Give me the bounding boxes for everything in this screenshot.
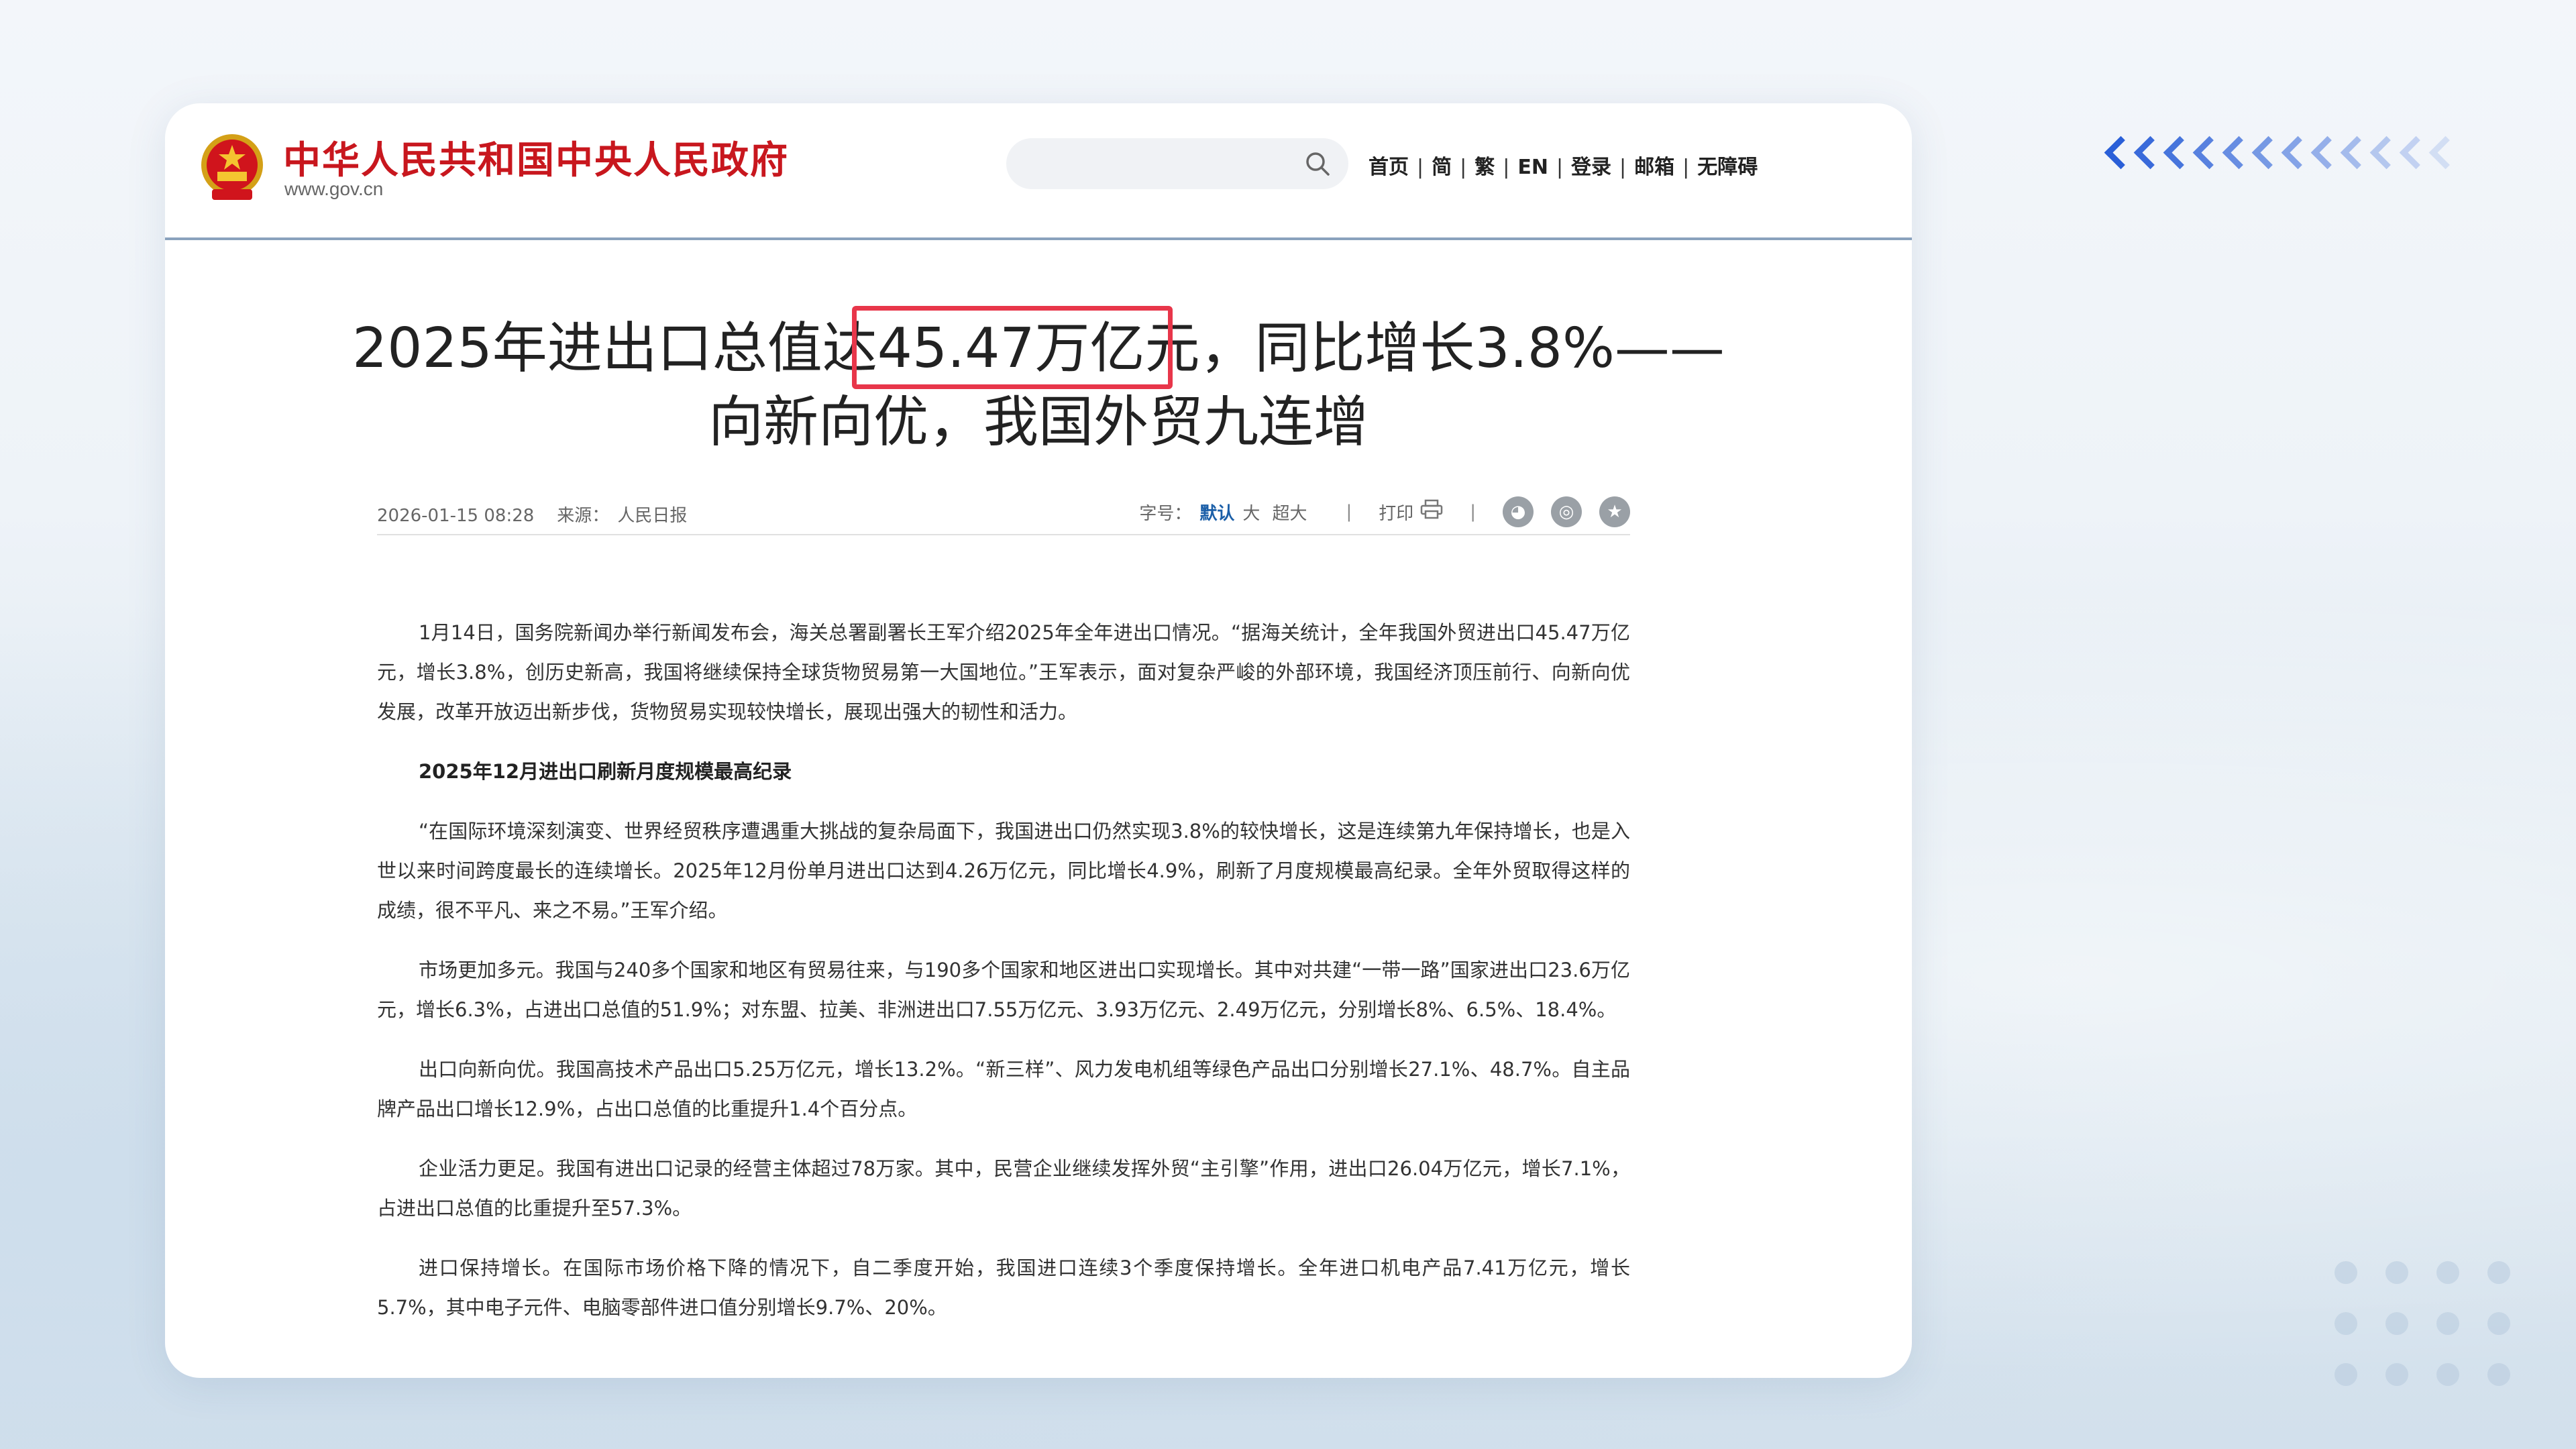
nav-simplified[interactable]: 简 [1432, 156, 1452, 179]
top-nav: 首页 | 简 | 繁 | EN | 登录 | 邮箱 | 无障碍 [1368, 150, 1758, 180]
webpage-card: 中华人民共和国中央人民政府 www.gov.cn 首页 | 简 | 繁 | EN | 登录 | 邮箱… [165, 103, 1912, 1378]
dot [2334, 1261, 2357, 1284]
dot [2436, 1312, 2459, 1335]
dot [2334, 1312, 2357, 1335]
title-pre: 2025年进出口总值达 [352, 317, 877, 380]
chevron-left-icon [2365, 131, 2395, 174]
dot [2385, 1312, 2408, 1335]
meta-separator: | [1346, 502, 1352, 522]
nav-separator: | [1556, 156, 1564, 179]
article-meta: 2026-01-15 08:28 来源： 人民日报 字号： 默认 大 超大 | 打印… [377, 494, 1630, 535]
decorative-chevrons [2100, 131, 2475, 174]
article-title-line2: 向新向优，我国外贸九连增 [708, 390, 1368, 454]
chevron-left-icon [2247, 131, 2277, 174]
chevron-left-icon [2306, 131, 2336, 174]
article-paragraph: “在国际环境深刻演变、世界经贸秩序遭遇重大挑战的复杂局面下，我国进出口仍然实现3… [377, 820, 1630, 922]
chevron-left-icon [2277, 131, 2306, 174]
nav-separator: | [1619, 156, 1627, 179]
article-paragraph: 进口保持增长。在国际市场价格下降的情况下，自二季度开始，我国进口连续3个季度保持… [377, 1256, 1630, 1319]
chevron-left-icon [2424, 131, 2454, 174]
article-paragraph: 1月14日，国务院新闻办举行新闻发布会，海关总署副署长王军介绍2025年全年进出… [377, 621, 1630, 723]
nav-separator: | [1682, 156, 1690, 179]
nav-traditional[interactable]: 繁 [1474, 156, 1495, 179]
nav-separator: | [1417, 156, 1424, 179]
wechat-icon[interactable]: ◎ [1551, 496, 1582, 527]
font-size-default[interactable]: 默认 [1199, 500, 1234, 525]
nav-login[interactable]: 登录 [1571, 156, 1611, 179]
chevron-left-icon [2100, 131, 2129, 174]
font-size-large[interactable]: 大 [1242, 500, 1260, 525]
dot [2385, 1261, 2408, 1284]
source-label: 来源： [557, 506, 610, 526]
chevron-left-icon [2336, 131, 2365, 174]
article-paragraph: 出口向新向优。我国高技术产品出口5.25万亿元，增长13.2%。“新三样”、风力… [377, 1058, 1630, 1120]
meta-separator: | [1470, 502, 1476, 522]
dot [2334, 1363, 2357, 1386]
search-input[interactable] [1006, 138, 1348, 189]
dot [2436, 1261, 2459, 1284]
article-subheading: 2025年12月进出口刷新月度规模最高纪录 [419, 760, 792, 783]
site-name[interactable]: 中华人民共和国中央人民政府 [283, 130, 789, 184]
chevron-left-icon [2159, 131, 2188, 174]
font-size-label: 字号： [1139, 503, 1192, 524]
nav-mail[interactable]: 邮箱 [1634, 156, 1674, 179]
publish-date: 2026-01-15 08:28 [377, 506, 535, 526]
nav-separator: | [1460, 156, 1467, 179]
nav-home[interactable]: 首页 [1368, 156, 1409, 179]
chevron-left-icon [2188, 131, 2218, 174]
dot [2487, 1363, 2510, 1386]
site-url: www.gov.cn [284, 178, 384, 199]
dot [2385, 1363, 2408, 1386]
print-button[interactable]: 打印 [1379, 499, 1443, 525]
weibo-icon[interactable]: ◕ [1503, 496, 1534, 527]
nav-accessibility[interactable]: 无障碍 [1697, 156, 1758, 179]
chevron-left-icon [2129, 131, 2159, 174]
printer-icon [1420, 499, 1443, 519]
chevron-left-icon [2218, 131, 2247, 174]
nav-english[interactable]: EN [1517, 156, 1548, 179]
article-paragraph: 企业活力更足。我国有进出口记录的经营主体超过78万家。其中，民营企业继续发挥外贸… [377, 1157, 1630, 1220]
dot [2487, 1261, 2510, 1284]
title-post: 同比增长3.8%—— [1254, 317, 1725, 380]
national-emblem-icon[interactable] [197, 131, 267, 205]
print-label: 打印 [1379, 504, 1414, 524]
article-body: 1月14日，国务院新闻办举行新闻发布会，海关总署副署长王军介绍2025年全年进出… [377, 613, 1630, 1348]
source-name: 人民日报 [617, 506, 688, 526]
article-paragraph: 市场更加多元。我国与240多个国家和地区有贸易往来，与190多个国家和地区进出口… [377, 959, 1630, 1021]
meta-tools: 字号： 默认 大 超大 | 打印 | ◕ ◎ ★ [1139, 496, 1630, 527]
search-icon[interactable] [1304, 150, 1331, 177]
meta-info: 2026-01-15 08:28 来源： 人民日报 [377, 502, 710, 527]
nav-separator: | [1503, 156, 1510, 179]
dot [2487, 1312, 2510, 1335]
decorative-dots [2334, 1261, 2510, 1386]
dot [2436, 1363, 2459, 1386]
highlight-box [852, 306, 1173, 389]
chevron-left-icon [2395, 131, 2424, 174]
font-size-xlarge[interactable]: 超大 [1272, 500, 1307, 525]
favorite-icon[interactable]: ★ [1599, 496, 1630, 527]
site-header: 中华人民共和国中央人民政府 www.gov.cn 首页 | 简 | 繁 | EN | 登录 | 邮箱… [165, 103, 1912, 240]
